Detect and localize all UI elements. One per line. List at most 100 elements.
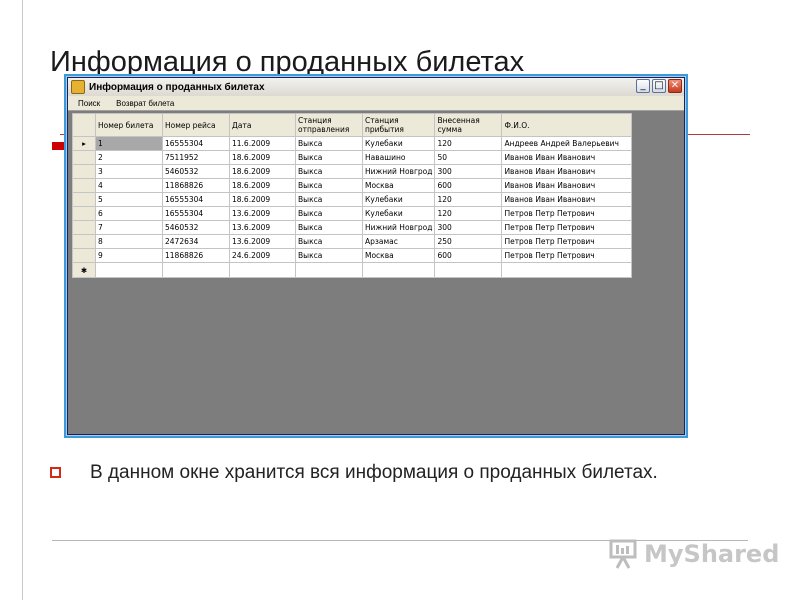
table-cell[interactable]: Выкса <box>295 206 363 221</box>
table-cell[interactable] <box>95 262 163 278</box>
table-cell[interactable]: 9 <box>95 248 163 263</box>
table-cell[interactable]: 5460532 <box>162 220 230 235</box>
table-row[interactable]: 7 5460532 13.6.2009 Выкса Нижний Новгрод… <box>72 220 633 235</box>
table-cell[interactable]: 13.6.2009 <box>229 234 296 249</box>
table-cell[interactable]: 2 <box>95 150 163 165</box>
minimize-button[interactable]: _ <box>636 79 650 93</box>
table-cell[interactable]: Москва <box>361 178 436 193</box>
table-cell[interactable]: Выкса <box>295 136 363 151</box>
table-cell[interactable]: 120 <box>434 136 503 151</box>
table-cell[interactable]: Выкса <box>295 220 363 235</box>
table-row[interactable]: 5 16555304 18.6.2009 Выкса Кулебаки 120 … <box>72 192 633 207</box>
table-cell[interactable]: 120 <box>434 192 503 207</box>
column-header-amount-paid[interactable]: Внесенная сумма <box>434 113 503 137</box>
table-cell[interactable]: 7 <box>95 220 163 235</box>
table-cell[interactable]: 2472634 <box>162 234 230 249</box>
table-cell[interactable] <box>162 262 230 278</box>
table-row[interactable]: 6 16555304 13.6.2009 Выкса Кулебаки 120 … <box>72 206 633 221</box>
table-cell[interactable]: Андреев Андрей Валерьевич <box>501 136 633 151</box>
table-cell[interactable]: Петров Петр Петрович <box>501 206 633 221</box>
table-row[interactable]: 3 5460532 18.6.2009 Выкса Нижний Новгрод… <box>72 164 633 179</box>
table-cell[interactable]: Кулебаки <box>361 206 436 221</box>
table-cell[interactable]: 13.6.2009 <box>229 206 296 221</box>
row-selector[interactable] <box>72 192 96 207</box>
menu-item-return-ticket[interactable]: Возврат билета <box>106 99 180 108</box>
column-header-departure-station[interactable]: Станция отправления <box>295 113 363 137</box>
table-cell[interactable]: 5 <box>95 192 163 207</box>
new-row[interactable]: ✱ <box>72 262 633 278</box>
table-cell[interactable]: Москва <box>361 248 436 263</box>
row-selector[interactable] <box>72 206 96 221</box>
table-cell[interactable]: 18.6.2009 <box>229 178 296 193</box>
row-selector[interactable] <box>72 178 96 193</box>
table-cell[interactable]: Выкса <box>295 164 363 179</box>
table-cell[interactable]: Иванов Иван Иванович <box>501 150 633 165</box>
row-selector[interactable] <box>72 220 96 235</box>
table-cell[interactable]: Выкса <box>295 234 363 249</box>
table-cell[interactable]: 4 <box>95 178 163 193</box>
table-cell[interactable]: 24.6.2009 <box>229 248 296 263</box>
table-cell[interactable]: Выкса <box>295 192 363 207</box>
column-header-arrival-station[interactable]: Станция прибытия <box>361 113 436 137</box>
table-cell[interactable]: Нижний Новгрод <box>361 220 436 235</box>
table-row[interactable]: ▸ 1 16555304 11.6.2009 Выкса Кулебаки 12… <box>72 136 633 151</box>
column-header-ticket-number[interactable]: Номер билета <box>95 113 163 137</box>
table-cell[interactable]: 1 <box>95 136 163 151</box>
window-titlebar[interactable]: Информация о проданных билетах _ □ ✕ <box>68 78 684 96</box>
table-cell[interactable]: 16555304 <box>162 206 230 221</box>
table-cell[interactable]: 50 <box>434 150 503 165</box>
table-cell[interactable]: Петров Петр Петрович <box>501 220 633 235</box>
table-cell[interactable]: Арзамас <box>361 234 436 249</box>
table-cell[interactable]: 13.6.2009 <box>229 220 296 235</box>
table-row[interactable]: 2 7511952 18.6.2009 Выкса Навашино 50 Ив… <box>72 150 633 165</box>
table-cell[interactable] <box>229 262 296 278</box>
table-cell[interactable]: Иванов Иван Иванович <box>501 164 633 179</box>
row-selector-current[interactable]: ▸ <box>72 136 96 151</box>
table-cell[interactable]: 120 <box>434 206 503 221</box>
table-cell[interactable]: 600 <box>434 178 503 193</box>
tickets-grid[interactable]: Номер билета Номер рейса Дата Станция от… <box>72 113 633 278</box>
column-header-full-name[interactable]: Ф.И.О. <box>501 113 633 137</box>
new-row-marker[interactable]: ✱ <box>72 262 96 278</box>
table-cell[interactable]: Выкса <box>295 248 363 263</box>
table-cell[interactable]: 18.6.2009 <box>229 192 296 207</box>
table-cell[interactable] <box>295 262 363 278</box>
table-cell[interactable]: Выкса <box>295 178 363 193</box>
table-cell[interactable] <box>361 262 436 278</box>
table-cell[interactable]: 18.6.2009 <box>229 164 296 179</box>
close-button[interactable]: ✕ <box>668 79 682 93</box>
table-row[interactable]: 9 11868826 24.6.2009 Выкса Москва 600 Пе… <box>72 248 633 263</box>
table-cell[interactable]: 250 <box>434 234 503 249</box>
grid-corner-cell[interactable] <box>72 113 96 137</box>
table-cell[interactable] <box>434 262 503 278</box>
table-cell[interactable]: 18.6.2009 <box>229 150 296 165</box>
row-selector[interactable] <box>72 150 96 165</box>
table-cell[interactable]: 5460532 <box>162 164 230 179</box>
table-cell[interactable]: 3 <box>95 164 163 179</box>
row-selector[interactable] <box>72 164 96 179</box>
table-row[interactable]: 8 2472634 13.6.2009 Выкса Арзамас 250 Пе… <box>72 234 633 249</box>
table-cell[interactable]: Кулебаки <box>361 192 436 207</box>
table-cell[interactable]: 300 <box>434 164 503 179</box>
table-cell[interactable]: Нижний Новгрод <box>361 164 436 179</box>
table-row[interactable]: 4 11868826 18.6.2009 Выкса Москва 600 Ив… <box>72 178 633 193</box>
table-cell[interactable]: 7511952 <box>162 150 230 165</box>
row-selector[interactable] <box>72 248 96 263</box>
row-selector[interactable] <box>72 234 96 249</box>
table-cell[interactable]: Выкса <box>295 150 363 165</box>
table-cell[interactable] <box>501 262 633 278</box>
maximize-button[interactable]: □ <box>652 79 666 93</box>
table-cell[interactable]: Навашино <box>361 150 436 165</box>
table-cell[interactable]: Петров Петр Петрович <box>501 248 633 263</box>
table-cell[interactable]: 16555304 <box>162 192 230 207</box>
table-cell[interactable]: 6 <box>95 206 163 221</box>
table-cell[interactable]: 8 <box>95 234 163 249</box>
menu-item-search[interactable]: Поиск <box>68 99 106 108</box>
table-cell[interactable]: Иванов Иван Иванович <box>501 192 633 207</box>
table-cell[interactable]: 600 <box>434 248 503 263</box>
table-cell[interactable]: Кулебаки <box>361 136 436 151</box>
table-cell[interactable]: 16555304 <box>162 136 230 151</box>
table-cell[interactable]: Иванов Иван Иванович <box>501 178 633 193</box>
column-header-date[interactable]: Дата <box>229 113 296 137</box>
table-cell[interactable]: 11868826 <box>162 248 230 263</box>
